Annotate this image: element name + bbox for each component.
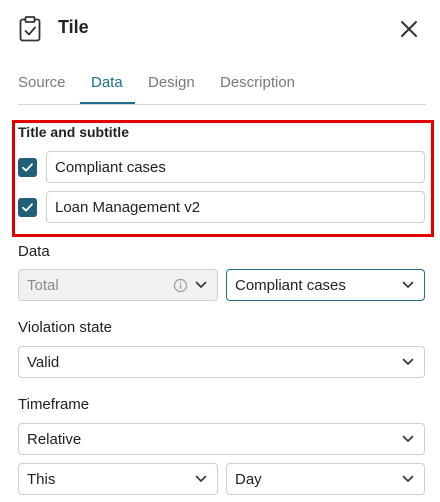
subtitle-checkbox[interactable] [18, 198, 37, 217]
title-subtitle-label: Title and subtitle [18, 124, 129, 140]
tab-source[interactable]: Source [18, 74, 66, 91]
chevron-down-icon [195, 475, 207, 482]
aggregation-value: Total [27, 277, 59, 294]
chevron-down-icon [402, 475, 414, 482]
timeframe-label: Timeframe [18, 396, 90, 413]
timeframe-unit-value: Day [235, 471, 262, 488]
metric-select[interactable]: Compliant cases [226, 269, 425, 301]
chevron-down-icon [402, 281, 414, 288]
tab-bar: Source Data Design Description [18, 64, 426, 105]
tab-description[interactable]: Description [220, 74, 295, 91]
chevron-down-icon [402, 358, 414, 365]
aggregation-select[interactable]: Total [18, 269, 218, 301]
chevron-down-icon [402, 435, 414, 442]
tab-data[interactable]: Data [91, 74, 123, 91]
chevron-down-icon [195, 281, 207, 288]
panel-title: Tile [58, 17, 89, 37]
panel-header: Tile [0, 0, 440, 58]
timeframe-mode-select[interactable]: Relative [18, 423, 425, 455]
close-icon[interactable] [397, 17, 421, 41]
clipboard-check-icon [19, 16, 41, 42]
timeframe-period-value: This [27, 471, 56, 488]
timeframe-period-select[interactable]: This [18, 463, 218, 495]
subtitle-input[interactable] [46, 191, 425, 223]
timeframe-unit-select[interactable]: Day [226, 463, 425, 495]
active-tab-indicator [80, 102, 135, 104]
timeframe-mode-value: Relative [27, 431, 82, 448]
data-label: Data [18, 243, 50, 260]
title-input[interactable] [46, 151, 425, 183]
title-checkbox[interactable] [18, 158, 37, 177]
tab-design[interactable]: Design [148, 74, 195, 91]
violation-state-value: Valid [27, 354, 60, 371]
violation-state-select[interactable]: Valid [18, 346, 425, 378]
metric-value: Compliant cases [235, 277, 346, 294]
checkmark-icon [22, 203, 33, 212]
violation-state-label: Violation state [18, 319, 112, 336]
checkmark-icon [22, 163, 33, 172]
info-icon[interactable] [173, 278, 188, 293]
